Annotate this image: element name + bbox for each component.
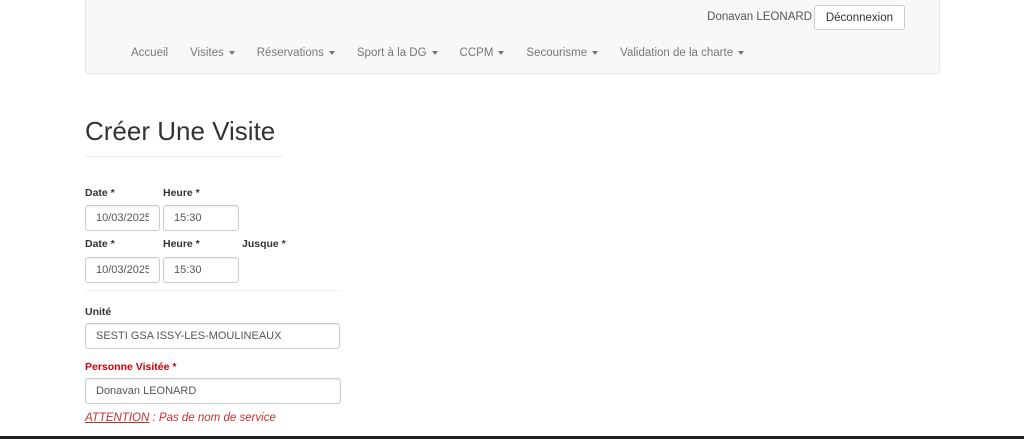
- time-label: Heure *: [163, 187, 200, 199]
- date-label: Date *: [85, 187, 115, 199]
- end-time-input[interactable]: [163, 257, 239, 283]
- until-label: Jusque *: [242, 238, 286, 250]
- nav-item-reservations[interactable]: Réservations: [257, 47, 335, 59]
- nav-item-secourisme[interactable]: Secourisme: [526, 47, 599, 59]
- caret-down-icon: [431, 51, 438, 55]
- time-input[interactable]: [163, 205, 239, 231]
- nav-item-label: Secourisme: [526, 47, 588, 59]
- unit-input[interactable]: [85, 323, 340, 349]
- date-input[interactable]: [85, 205, 160, 231]
- nav-item-label: Réservations: [256, 47, 324, 59]
- title-divider: [85, 156, 283, 157]
- end-time-label: Heure *: [163, 238, 200, 250]
- caret-down-icon: [328, 51, 335, 55]
- nav-item-sport[interactable]: Sport à la DG: [357, 47, 438, 59]
- nav-item-ccpm[interactable]: CCPM: [460, 47, 505, 59]
- nav-item-visites[interactable]: Visites: [190, 47, 235, 59]
- caret-down-icon: [738, 51, 745, 55]
- nav-item-label: CCPM: [459, 47, 494, 59]
- visited-person-label: Personne Visitée *: [85, 361, 177, 373]
- nav-item-charte[interactable]: Validation de la charte: [620, 47, 745, 59]
- page-title: Créer Une Visite: [85, 116, 276, 146]
- caret-down-icon: [592, 51, 599, 55]
- nav-item-label: Accueil: [131, 47, 169, 59]
- caret-down-icon: [498, 51, 505, 55]
- nav-item-label: Sport à la DG: [356, 47, 427, 59]
- nav-item-label: Visites: [190, 47, 224, 59]
- main-menu: Accueil Visites Réservations Sport à la …: [131, 47, 766, 59]
- form-divider: [85, 290, 341, 291]
- visited-person-input[interactable]: [85, 378, 341, 404]
- nav-item-accueil[interactable]: Accueil: [131, 47, 168, 59]
- end-date-input[interactable]: [85, 257, 160, 283]
- warning-link[interactable]: ATTENTION: [85, 412, 149, 424]
- logout-button[interactable]: Déconnexion: [813, 5, 905, 30]
- end-date-label: Date *: [85, 238, 115, 250]
- warning-message: ATTENTION : Pas de nom de service: [85, 412, 276, 424]
- top-navbar: Donavan LEONARD Déconnexion Accueil Visi…: [85, 0, 940, 74]
- caret-down-icon: [228, 51, 235, 55]
- unit-label: Unité: [85, 306, 112, 318]
- user-name: Donavan LEONARD: [707, 11, 812, 23]
- warning-text: : Pas de nom de service: [149, 412, 276, 424]
- nav-item-label: Validation de la charte: [620, 47, 734, 59]
